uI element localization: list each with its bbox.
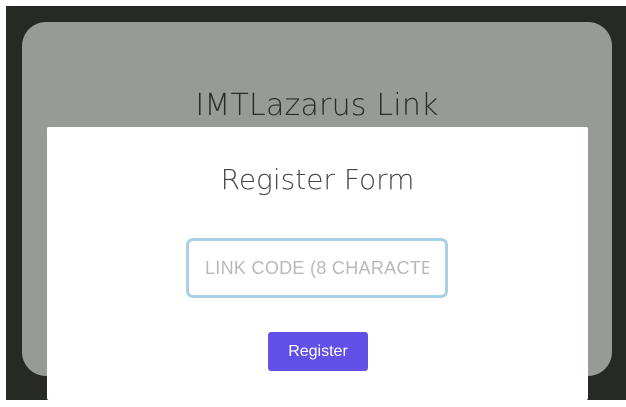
- register-button[interactable]: Register: [268, 332, 368, 371]
- register-form-modal: Register Form Register: [47, 127, 588, 400]
- app-screen: IMTLazarus Link Register Form Register: [6, 6, 626, 400]
- form-title: Register Form: [220, 163, 415, 196]
- app-title: IMTLazarus Link: [195, 88, 439, 123]
- link-code-input[interactable]: [186, 238, 448, 298]
